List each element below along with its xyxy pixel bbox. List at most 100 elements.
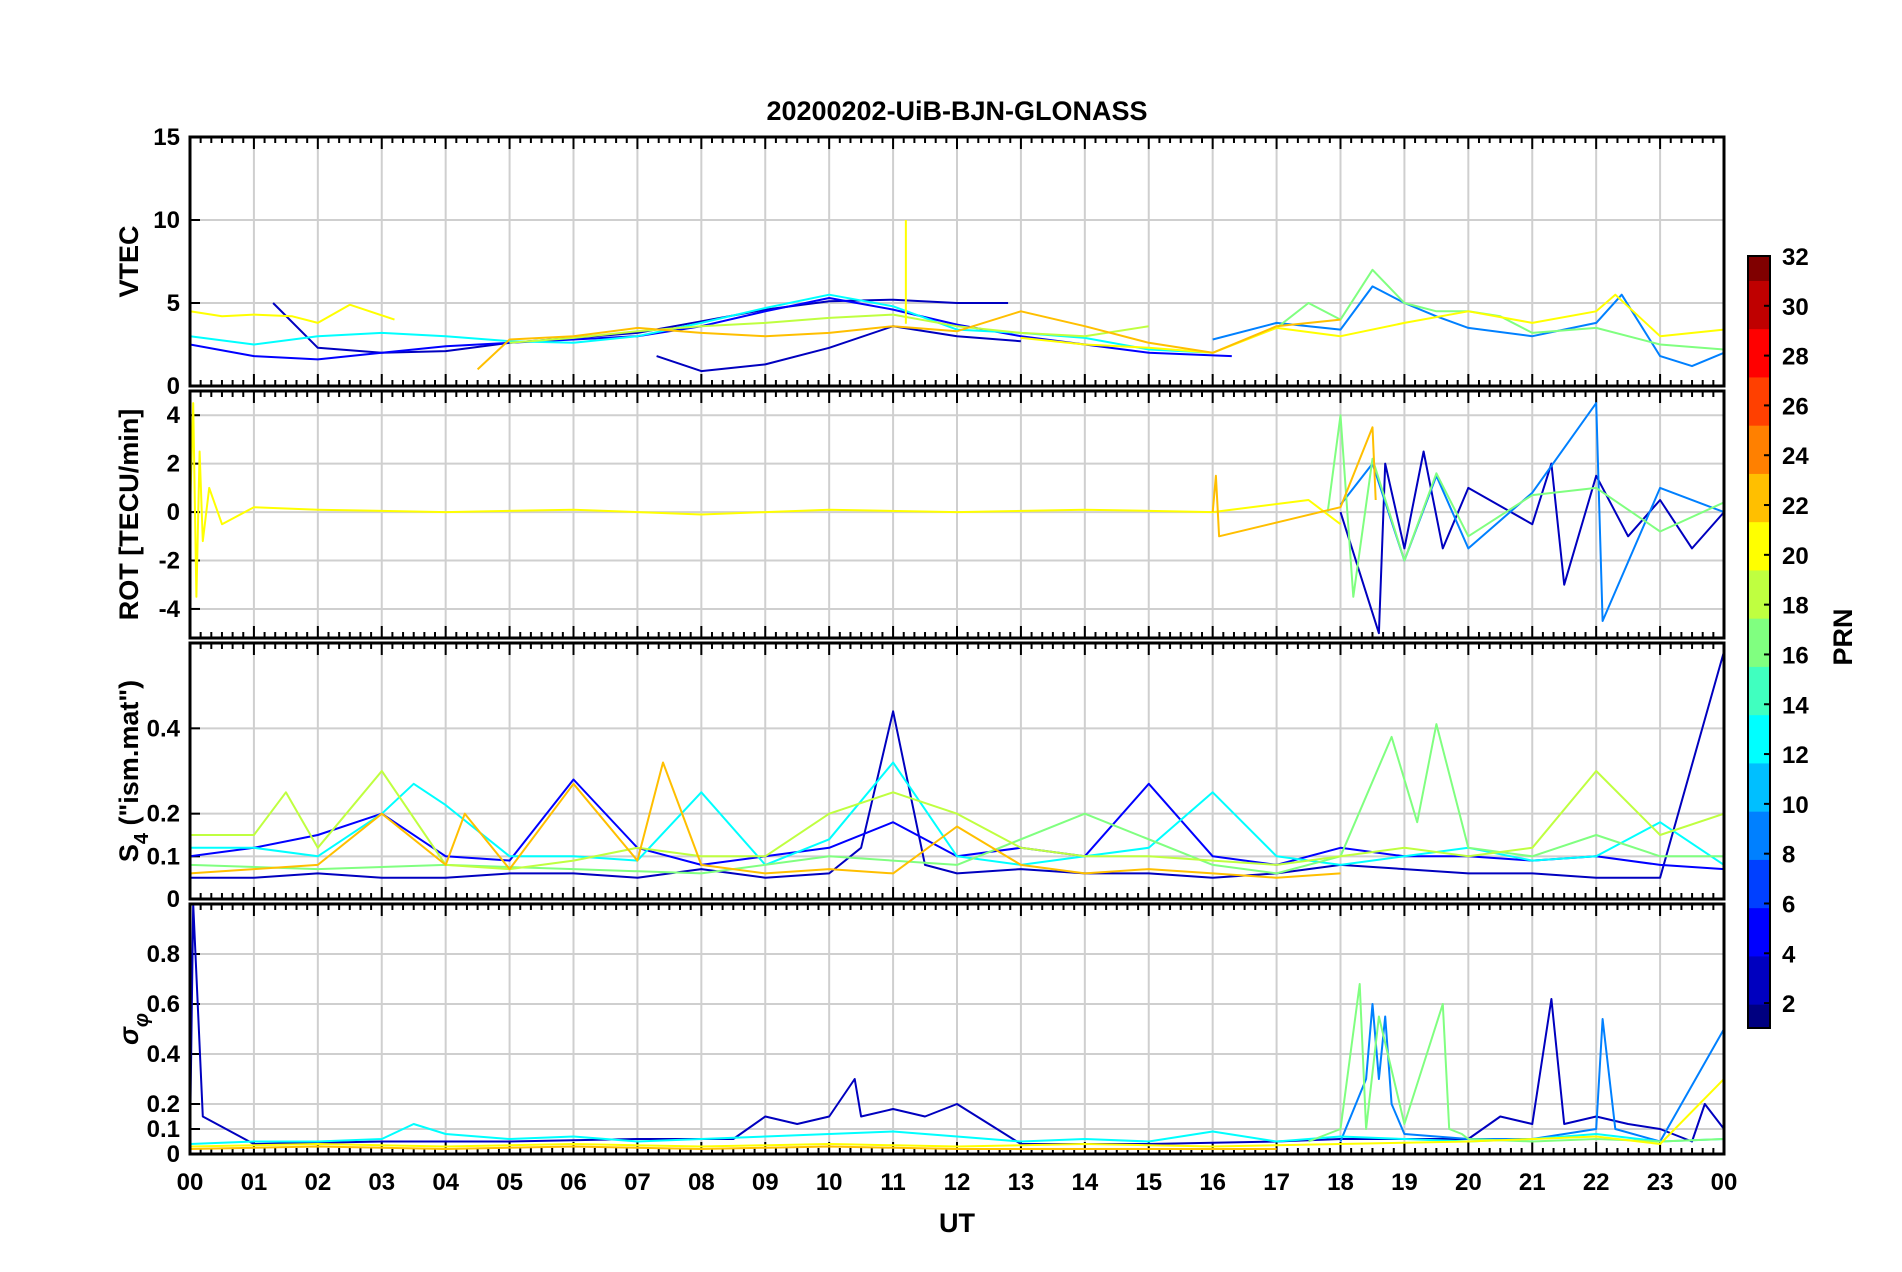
colorbar-segment <box>1748 822 1770 836</box>
colorbar-segment <box>1748 509 1770 523</box>
colorbar-segment <box>1748 328 1770 342</box>
colorbar-tick-label: 4 <box>1782 941 1796 968</box>
y-tick-label: 0 <box>167 373 180 400</box>
colorbar-segment <box>1748 690 1770 704</box>
colorbar-segment <box>1748 859 1770 872</box>
x-tick-label: 13 <box>1008 1169 1035 1196</box>
panel-VTEC: 0 5 10 15 VTEC <box>114 124 1726 400</box>
colorbar-segment <box>1748 931 1770 945</box>
colorbar-segment <box>1748 605 1770 619</box>
colorbar-tick-label: 18 <box>1782 593 1809 620</box>
colorbar-segment <box>1748 364 1770 378</box>
y-axis-label: ROT [TECU/min] <box>114 409 144 620</box>
colorbar-segment <box>1748 268 1770 281</box>
colorbar-segment <box>1748 786 1770 800</box>
colorbar-segment <box>1748 388 1770 402</box>
x-tick-label: 03 <box>368 1169 395 1196</box>
panel-ROT: -4 -2 0 2 4 ROT [TECU/min] <box>114 389 1726 640</box>
colorbar-segment <box>1748 376 1770 390</box>
x-tick-label: 00 <box>177 1169 204 1196</box>
colorbar-tick-label: 26 <box>1782 393 1809 420</box>
colorbar-segment <box>1748 738 1770 752</box>
x-tick-label: 20 <box>1455 1169 1482 1196</box>
y-tick-label: 4 <box>167 402 181 429</box>
x-tick-label: 18 <box>1327 1169 1354 1196</box>
colorbar-segment <box>1748 340 1770 354</box>
colorbar-segment <box>1748 871 1770 885</box>
y-tick-label: 0.4 <box>147 715 181 742</box>
x-tick-label: 12 <box>944 1169 971 1196</box>
panels: 051015VTEC-4-2024ROT [TECU/min]00.10.20.… <box>114 124 1726 1168</box>
colorbar-segment <box>1748 762 1770 776</box>
y-tick-label: 0.1 <box>147 843 180 870</box>
x-tick-label: 17 <box>1263 1169 1290 1196</box>
colorbar-segment <box>1748 292 1770 306</box>
colorbar-tick-label: 16 <box>1782 642 1809 669</box>
y-axis-label: VTEC <box>114 225 144 297</box>
colorbar-segment <box>1748 967 1770 981</box>
colorbar-segment <box>1748 485 1770 499</box>
colorbar-segment <box>1748 400 1770 414</box>
colorbar-segment <box>1748 726 1770 740</box>
x-tick-label: 01 <box>241 1169 268 1196</box>
colorbar-segment <box>1748 436 1770 450</box>
colorbar-segment <box>1748 424 1770 438</box>
x-tick-label: 06 <box>560 1169 587 1196</box>
colorbar-tick-label: 32 <box>1782 244 1809 271</box>
colorbar-segment <box>1748 654 1770 667</box>
colorbar-segment <box>1748 750 1770 764</box>
x-tick-label: 04 <box>432 1169 459 1196</box>
panel-S4: 0 0.1 0.2 0.4S4 ("ism.mat") <box>114 641 1726 913</box>
x-tick-label: 05 <box>496 1169 523 1196</box>
colorbar-segment <box>1748 461 1770 474</box>
colorbar-tick-label: 10 <box>1782 792 1809 819</box>
x-tick-label: 21 <box>1519 1169 1546 1196</box>
colorbar-tick-label: 8 <box>1782 842 1795 869</box>
colorbar-segment <box>1748 581 1770 595</box>
y-tick-label: 2 <box>167 451 180 478</box>
colorbar-segment <box>1748 569 1770 583</box>
colorbar-segment <box>1748 955 1770 969</box>
colorbar-tick-label: 24 <box>1782 443 1809 470</box>
y-tick-label: 15 <box>153 124 180 151</box>
colorbar-segment <box>1748 1015 1770 1029</box>
colorbar-segment <box>1748 497 1770 511</box>
y-tick-label: 0.2 <box>147 801 180 828</box>
colorbar-segment <box>1748 280 1770 293</box>
colorbar-tick-label: 14 <box>1782 692 1809 719</box>
colorbar-segment <box>1748 473 1770 486</box>
x-tick-label: 02 <box>304 1169 331 1196</box>
x-tick-label: 19 <box>1391 1169 1418 1196</box>
x-tick-label: 07 <box>624 1169 651 1196</box>
x-tick-label: 09 <box>752 1169 779 1196</box>
colorbar-segment <box>1748 810 1770 824</box>
x-tick-label: 15 <box>1135 1169 1162 1196</box>
colorbar-tick-label: 30 <box>1782 294 1809 321</box>
x-tick-label: 14 <box>1071 1169 1098 1196</box>
y-tick-label: 0 <box>167 499 180 526</box>
y-tick-label: 0.4 <box>147 1041 181 1068</box>
colorbar-segment <box>1748 533 1770 547</box>
y-axis-label: S4 ("ism.mat") <box>114 680 153 862</box>
colorbar-segment <box>1748 714 1770 728</box>
colorbar-segment <box>1748 919 1770 933</box>
y-tick-label: 5 <box>167 290 180 317</box>
y-tick-label: 0 <box>167 1141 180 1168</box>
colorbar-segment <box>1748 256 1770 269</box>
y-tick-label: 0.8 <box>147 941 180 968</box>
colorbar-segment <box>1748 774 1770 788</box>
x-tick-label: 11 <box>880 1169 905 1196</box>
colorbar-segment <box>1748 678 1770 692</box>
colorbar-segment <box>1748 835 1770 848</box>
colorbar-tick-label: 6 <box>1782 891 1795 918</box>
y-tick-label: 0 <box>167 886 180 913</box>
x-tick-label: 00 <box>1711 1169 1738 1196</box>
colorbar-segment <box>1748 545 1770 559</box>
y-tick-label: 10 <box>153 207 180 234</box>
x-tick-label: 22 <box>1583 1169 1610 1196</box>
colorbar-tick-label: 28 <box>1782 344 1809 371</box>
x-tick-label: 23 <box>1647 1169 1674 1196</box>
colorbar-segment <box>1748 316 1770 330</box>
colorbar-segment <box>1748 883 1770 897</box>
figure: 20200202-UiB-BJN-GLONASS 051015VTEC-4-20… <box>114 96 1858 1238</box>
